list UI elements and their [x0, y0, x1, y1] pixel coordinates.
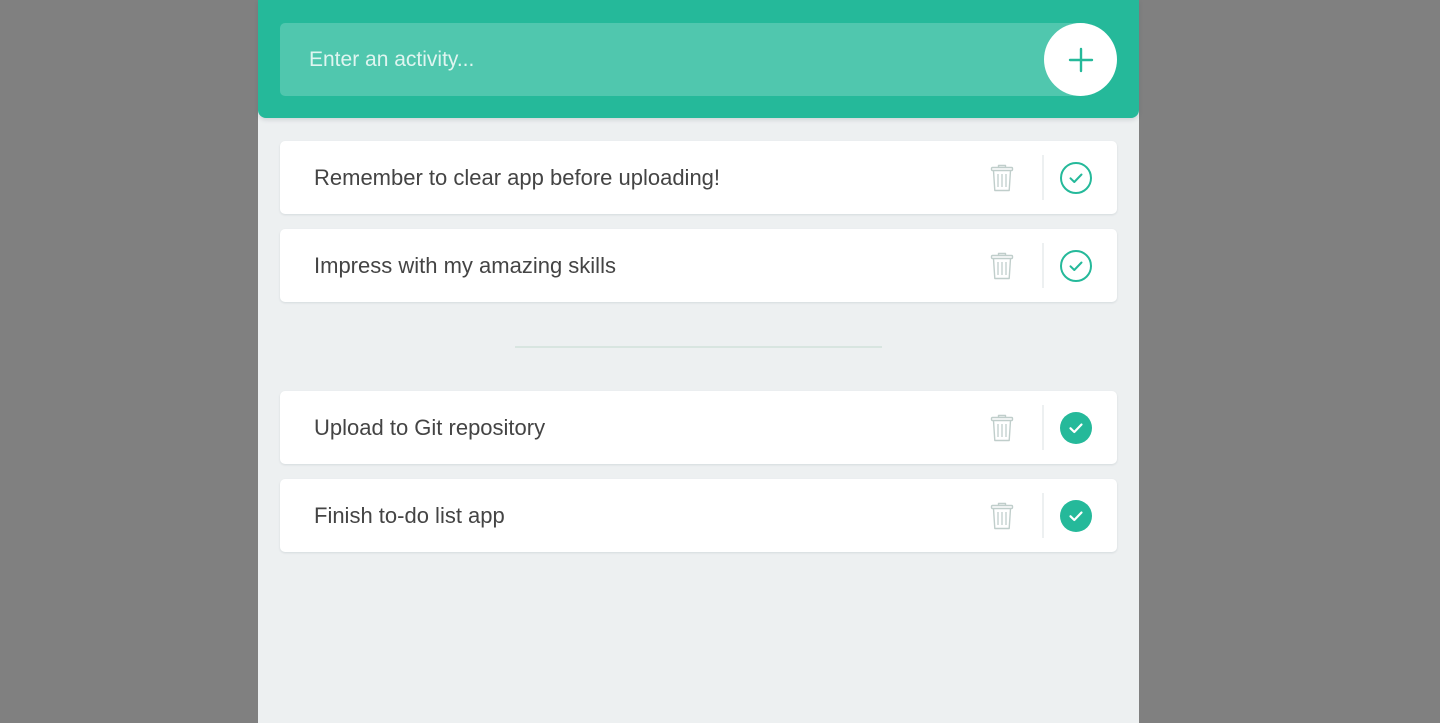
todo-item-text: Remember to clear app before uploading!: [314, 165, 721, 190]
plus-icon: [1068, 47, 1093, 72]
list-separator: [515, 346, 882, 348]
todo-app: Remember to clear app before uploading!: [258, 0, 1139, 723]
remove-button[interactable]: [980, 479, 1024, 552]
remove-button[interactable]: [980, 391, 1024, 464]
trash-icon: [990, 164, 1014, 191]
button-divider: [1042, 493, 1044, 538]
complete-button[interactable]: [1056, 391, 1096, 464]
completed-item-text: Upload to Git repository: [314, 415, 546, 440]
button-divider: [1042, 155, 1044, 200]
add-activity-button[interactable]: [1044, 23, 1117, 96]
trash-icon: [990, 502, 1014, 529]
button-divider: [1042, 405, 1044, 450]
todo-item: Impress with my amazing skills: [280, 229, 1117, 302]
trash-icon: [990, 252, 1014, 279]
todo-item: Remember to clear app before uploading!: [280, 141, 1117, 214]
complete-button[interactable]: [1056, 141, 1096, 214]
check-circle-filled-icon: [1060, 499, 1092, 532]
completed-item: Upload to Git repository: [280, 391, 1117, 464]
check-circle-filled-icon: [1060, 411, 1092, 444]
trash-icon: [990, 414, 1014, 441]
todo-list: Remember to clear app before uploading!: [280, 141, 1117, 317]
remove-button[interactable]: [980, 229, 1024, 302]
complete-button[interactable]: [1056, 229, 1096, 302]
activity-input[interactable]: [280, 23, 1116, 96]
completed-item: Finish to-do list app: [280, 479, 1117, 552]
button-divider: [1042, 243, 1044, 288]
todo-item-text: Impress with my amazing skills: [314, 253, 616, 278]
complete-button[interactable]: [1056, 479, 1096, 552]
check-circle-icon: [1060, 249, 1092, 282]
completed-item-text: Finish to-do list app: [314, 503, 505, 528]
header-bar: [258, 0, 1139, 118]
completed-list: Upload to Git repository Finish to-do li…: [280, 391, 1117, 567]
remove-button[interactable]: [980, 141, 1024, 214]
check-circle-icon: [1060, 161, 1092, 194]
